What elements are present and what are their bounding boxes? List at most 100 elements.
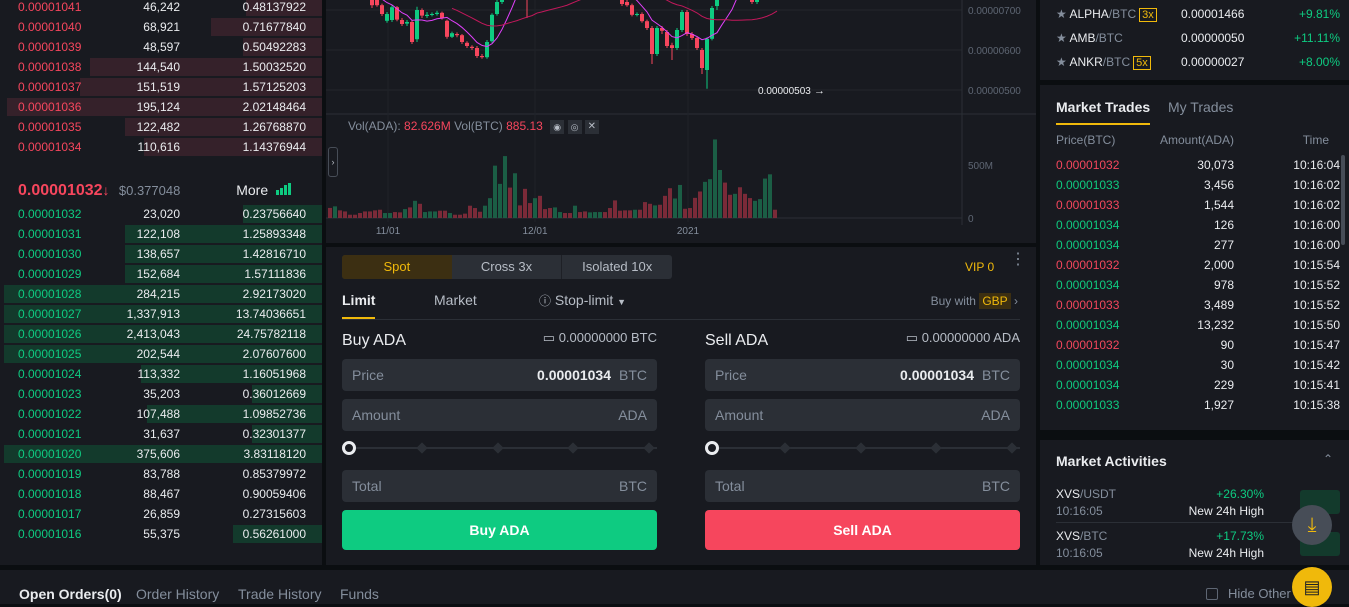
- candle-body: [385, 14, 389, 21]
- bid-row-total: 0.27315603: [242, 507, 306, 521]
- trade-time: 10:16:00: [1293, 238, 1340, 252]
- sell-price-input[interactable]: Price 0.00001034 BTC: [705, 359, 1020, 391]
- bid-row[interactable]: 0.00001022 107,488 1.09852736: [0, 404, 322, 424]
- bid-row[interactable]: 0.00001025 202,544 2.07607600: [0, 344, 322, 364]
- buy-percent-slider[interactable]: [342, 441, 657, 455]
- vol-ada-value: 82.626M: [404, 119, 451, 133]
- star-icon[interactable]: ★: [1056, 31, 1069, 45]
- slider-handle[interactable]: [342, 441, 356, 455]
- close-icon[interactable]: ✕: [584, 119, 599, 134]
- wallet-icon: ▭: [905, 330, 922, 345]
- sell-title: Sell ADA: [705, 332, 769, 349]
- sell-price-unit: BTC: [982, 367, 1010, 383]
- buy-button[interactable]: Buy ADA: [342, 510, 657, 550]
- tab-trade-history[interactable]: Trade History: [238, 586, 322, 602]
- bid-row-amount: 284,215: [136, 287, 180, 301]
- scrollbar[interactable]: [1341, 155, 1345, 245]
- bid-row[interactable]: 0.00001016 55,375 0.56261000: [0, 524, 322, 544]
- trade-amount: 978: [1213, 278, 1234, 292]
- slider-step[interactable]: [491, 442, 504, 454]
- slider-step[interactable]: [930, 442, 942, 454]
- pair-change: +8.00%: [1298, 55, 1340, 69]
- tab-limit[interactable]: Limit: [342, 292, 376, 319]
- volume-bar: [623, 210, 627, 218]
- vol-btc-value: 885.13: [506, 119, 543, 133]
- bid-row[interactable]: 0.00001029 152,684 1.57111836: [0, 264, 322, 284]
- buy-with-link[interactable]: Buy with GBP ›: [931, 293, 1018, 309]
- price-chart[interactable]: 0.00000700 0.00000600 0.00000500 500M 0 11/01…: [326, 0, 1036, 243]
- star-icon[interactable]: ★: [1056, 7, 1069, 21]
- tab-market-trades[interactable]: Market Trades: [1056, 99, 1151, 125]
- ask-row[interactable]: 0.00001037 151,519 1.57125203: [0, 77, 322, 97]
- bid-row[interactable]: 0.00001028 284,215 2.92173020: [0, 284, 322, 304]
- volume-bar: [693, 197, 697, 218]
- eye-icon[interactable]: ◉: [550, 119, 565, 134]
- buy-price-input[interactable]: Price 0.00001034 BTC: [342, 359, 657, 391]
- ask-row[interactable]: 0.00001040 68,921 0.71677840: [0, 17, 322, 37]
- sell-total-input[interactable]: Total BTC: [705, 470, 1020, 502]
- buy-amount-input[interactable]: Amount ADA: [342, 399, 657, 431]
- star-icon[interactable]: ★: [1056, 55, 1069, 69]
- bid-row[interactable]: 0.00001032 23,020 0.23756640: [0, 204, 322, 224]
- more-options-icon[interactable]: ⋮: [1010, 252, 1026, 268]
- candle-body: [500, 0, 504, 2]
- slider-step[interactable]: [1006, 442, 1018, 454]
- ask-row[interactable]: 0.00001036 195,124 2.02148464: [0, 97, 322, 117]
- bid-row-total: 0.36012669: [242, 387, 306, 401]
- slider-step[interactable]: [643, 442, 655, 454]
- low-price-marker: 0.00000503: [758, 86, 811, 97]
- candle-body: [375, 0, 379, 6]
- volume-bar: [398, 212, 402, 218]
- ask-row[interactable]: 0.00001039 48,597 0.50492283: [0, 37, 322, 57]
- bid-row[interactable]: 0.00001018 88,467 0.90059406: [0, 484, 322, 504]
- tab-spot[interactable]: Spot: [342, 255, 452, 279]
- bid-row[interactable]: 0.00001020 375,606 3.83118120: [0, 444, 322, 464]
- more-link[interactable]: More: [236, 180, 292, 200]
- bid-row[interactable]: 0.00001027 1,337,913 13.74036651: [0, 304, 322, 324]
- tab-my-trades[interactable]: My Trades: [1168, 99, 1233, 115]
- pair-row[interactable]: ★ ALPHA/BTC 3x 0.00001466 +9.81%: [1056, 4, 1340, 24]
- sell-percent-slider[interactable]: [705, 441, 1020, 455]
- tab-funds[interactable]: Funds: [340, 586, 379, 602]
- ask-row[interactable]: 0.00001034 110,616 1.14376944: [0, 137, 322, 157]
- bid-row[interactable]: 0.00001021 31,637 0.32301377: [0, 424, 322, 444]
- pair-row[interactable]: ★ AMB/BTC 0.00000050 +11.11%: [1056, 28, 1340, 48]
- tab-open-orders[interactable]: Open Orders(0): [19, 586, 122, 602]
- slider-step[interactable]: [567, 442, 579, 454]
- candle-body: [475, 48, 479, 56]
- slider-handle[interactable]: [705, 441, 719, 455]
- expand-sidebar-button[interactable]: ›: [328, 147, 338, 177]
- ask-row[interactable]: 0.00001035 122,482 1.26768870: [0, 117, 322, 137]
- volume-bar: [518, 205, 522, 218]
- bid-row[interactable]: 0.00001017 26,859 0.27315603: [0, 504, 322, 524]
- trade-time: 10:15:52: [1293, 298, 1340, 312]
- bid-row[interactable]: 0.00001019 83,788 0.85379972: [0, 464, 322, 484]
- download-icon[interactable]: ⤓: [1292, 505, 1332, 545]
- slider-step[interactable]: [779, 442, 791, 454]
- tab-order-history[interactable]: Order History: [136, 586, 219, 602]
- tab-cross[interactable]: Cross 3x: [452, 255, 562, 279]
- sell-amount-input[interactable]: Amount ADA: [705, 399, 1020, 431]
- bid-row[interactable]: 0.00001024 113,332 1.16051968: [0, 364, 322, 384]
- settings-icon[interactable]: ◎: [567, 119, 582, 134]
- ask-row[interactable]: 0.00001041 46,242 0.48137922: [0, 0, 322, 17]
- pair-row[interactable]: ★ ANKR/BTC 5x 0.00000027 +8.00%: [1056, 52, 1340, 72]
- activity-item[interactable]: XVS/BTC 10:16:05 +17.73% New 24h High: [1056, 529, 1340, 565]
- tab-stop-limit[interactable]: ⓘ Stop-limit ▼: [539, 292, 626, 309]
- activity-item[interactable]: XVS/USDT 10:16:05 +26.30% New 24h High: [1056, 487, 1340, 523]
- slider-step[interactable]: [416, 442, 428, 454]
- hide-other-pairs-checkbox[interactable]: [1206, 588, 1218, 600]
- sell-button[interactable]: Sell ADA: [705, 510, 1020, 550]
- activity-pair: XVS/USDT: [1056, 487, 1326, 501]
- collapse-icon[interactable]: ⌃: [1323, 452, 1333, 466]
- slider-step[interactable]: [854, 442, 867, 454]
- buy-total-input[interactable]: Total BTC: [342, 470, 657, 502]
- chat-icon[interactable]: ▤: [1292, 567, 1332, 607]
- bid-row[interactable]: 0.00001031 122,108 1.25893348: [0, 224, 322, 244]
- bid-row[interactable]: 0.00001030 138,657 1.42816710: [0, 244, 322, 264]
- tab-market[interactable]: Market: [434, 292, 477, 308]
- bid-row[interactable]: 0.00001026 2,413,043 24.75782118: [0, 324, 322, 344]
- ask-row[interactable]: 0.00001038 144,540 1.50032520: [0, 57, 322, 77]
- bid-row[interactable]: 0.00001023 35,203 0.36012669: [0, 384, 322, 404]
- tab-isolated[interactable]: Isolated 10x: [561, 255, 672, 279]
